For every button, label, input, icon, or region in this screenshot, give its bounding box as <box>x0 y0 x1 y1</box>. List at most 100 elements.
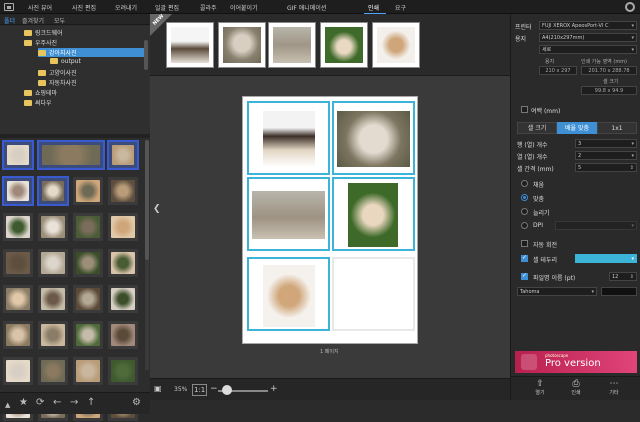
thumbnail[interactable] <box>37 176 69 206</box>
thumbnail[interactable] <box>2 284 34 314</box>
cols-select[interactable]: 2 ▾ <box>575 151 637 160</box>
zoom-in-icon[interactable]: + <box>270 384 278 394</box>
panel-splitter[interactable] <box>0 134 150 138</box>
tree-item[interactable]: 고양이사진 <box>38 68 142 77</box>
open-button[interactable]: ⇧ 열기 <box>525 379 555 396</box>
film-thumb[interactable] <box>218 22 266 68</box>
tab-all[interactable]: 모두 <box>54 16 65 25</box>
thumbnail[interactable] <box>72 284 104 314</box>
film-thumb[interactable] <box>166 22 214 68</box>
thumbnail[interactable] <box>72 176 104 206</box>
thumbnail[interactable] <box>72 212 104 242</box>
menu-combine[interactable]: 이어붙이기 <box>230 3 258 12</box>
thumbnail[interactable] <box>2 320 34 350</box>
seg-1x1[interactable]: 1x1 <box>597 122 637 134</box>
menu-editor[interactable]: 사진 편집 <box>72 3 96 12</box>
thumbnail[interactable] <box>107 176 139 206</box>
thumbnail[interactable] <box>107 320 139 350</box>
thumbnail[interactable] <box>2 212 34 242</box>
thumbnail[interactable] <box>2 176 34 206</box>
zoom-out-icon[interactable]: − <box>210 384 218 394</box>
print-slot[interactable] <box>332 177 415 251</box>
print-button[interactable]: ⎙ 인쇄 <box>561 379 591 396</box>
orientation-select[interactable]: 세로 ▾ <box>539 45 637 54</box>
thumbnail[interactable] <box>2 356 34 386</box>
print-slot[interactable] <box>247 101 330 175</box>
thumbnail[interactable] <box>72 248 104 278</box>
pro-version-banner[interactable]: photoscape Pro version <box>515 351 637 373</box>
rows-select[interactable]: 3 ▾ <box>575 139 637 148</box>
thumbnail[interactable] <box>37 248 69 278</box>
dpi-select[interactable]: ▾ <box>555 221 637 230</box>
fit-radio-fit[interactable] <box>521 194 528 201</box>
filename-size-stepper[interactable]: 12 ⇕ <box>609 272 637 281</box>
tree-item[interactable]: 써다우 <box>24 98 142 107</box>
fit-radio-dpi[interactable] <box>521 222 528 229</box>
tree-item-selected[interactable]: 강아지사진 <box>38 48 144 57</box>
menu-viewer[interactable]: 사진 뷰어 <box>28 3 52 12</box>
zoom-slider-handle[interactable] <box>222 385 232 395</box>
grid-scroll-thumb[interactable] <box>145 140 149 260</box>
thumbnail[interactable] <box>107 248 139 278</box>
thumbnail[interactable] <box>37 140 105 170</box>
print-slot-empty[interactable] <box>332 257 415 331</box>
tree-item[interactable]: 우주사진 <box>24 38 142 47</box>
menu-collage[interactable]: 콜라주 <box>200 3 217 12</box>
film-thumb[interactable] <box>372 22 420 68</box>
thumbnail[interactable] <box>37 284 69 314</box>
print-slot[interactable] <box>247 257 330 331</box>
thumbnail[interactable] <box>72 356 104 386</box>
fit-radio-fill[interactable] <box>521 180 528 187</box>
tree-item[interactable]: 자동차사진 <box>38 78 142 87</box>
grid-scrollbar[interactable] <box>145 140 149 370</box>
tree-item[interactable]: 링크드웨어 <box>24 28 142 37</box>
menu-gif[interactable]: GIF 애니메이션 <box>287 3 326 12</box>
fit-radio-stretch[interactable] <box>521 208 528 215</box>
app-logo-icon[interactable] <box>4 3 14 11</box>
auto-rotate-checkbox[interactable] <box>521 240 528 247</box>
printer-select[interactable]: FUJI XEROX ApeosPort-VI C ▾ <box>539 21 637 30</box>
thumbnail[interactable] <box>107 212 139 242</box>
thumbnail[interactable] <box>107 356 139 386</box>
fit-page-icon[interactable]: ▣ <box>154 384 162 394</box>
tree-item[interactable]: output <box>50 58 142 67</box>
tab-favorites[interactable]: 즐겨찾기 <box>22 16 44 25</box>
thumbnail[interactable] <box>72 320 104 350</box>
film-thumb[interactable] <box>320 22 368 68</box>
menu-batch[interactable]: 일괄 편집 <box>155 3 179 12</box>
filename-checkbox[interactable] <box>521 272 528 280</box>
gap-stepper[interactable]: 5 ⇕ <box>575 163 637 172</box>
tab-folders[interactable]: 폴더 <box>4 16 15 25</box>
more-button[interactable]: ⋯ 기타 <box>599 379 629 396</box>
actual-size-icon[interactable]: 1:1 <box>192 384 208 396</box>
tree-scrollbar[interactable] <box>144 40 148 70</box>
tree-item[interactable]: 쇼핑테마 <box>24 88 142 97</box>
collapse-left-arrow-icon[interactable]: ❮ <box>153 204 161 214</box>
thumbnail[interactable] <box>37 212 69 242</box>
paper-select[interactable]: A4(210x297mm) ▾ <box>539 33 637 42</box>
seg-fit-scale[interactable]: 배율 맞춤 <box>557 122 597 134</box>
thumbnail[interactable] <box>2 248 34 278</box>
menu-print[interactable]: 인쇄 <box>368 3 379 12</box>
rows-label: 행 (열) 개수 <box>517 142 548 149</box>
print-slot[interactable] <box>247 177 330 251</box>
collapse-up-icon[interactable]: ▲ <box>5 400 10 410</box>
font-color-swatch[interactable] <box>601 287 637 296</box>
margin-checkbox[interactable] <box>521 106 528 113</box>
menu-request[interactable]: 요구 <box>395 3 406 12</box>
border-color-select[interactable]: ▾ <box>575 254 637 263</box>
thumbnail[interactable] <box>37 356 69 386</box>
right-toolbar: ⇧ 열기 ⎙ 인쇄 ⋯ 기타 <box>511 376 640 400</box>
dropdown-arrow-icon: ▾ <box>631 23 634 29</box>
thumbnail[interactable] <box>107 284 139 314</box>
thumbnail[interactable] <box>107 140 139 170</box>
film-thumb[interactable] <box>268 22 316 68</box>
seg-cell-size[interactable]: 셀 크기 <box>517 122 557 134</box>
thumbnail[interactable] <box>37 320 69 350</box>
print-slot[interactable] <box>332 101 415 175</box>
settings-gear-icon[interactable] <box>625 2 635 12</box>
cell-border-checkbox[interactable] <box>521 254 528 262</box>
font-select[interactable]: Tahoma ▾ <box>517 287 597 296</box>
menu-cutout[interactable]: 오려내기 <box>115 3 137 12</box>
thumbnail[interactable] <box>2 140 34 170</box>
